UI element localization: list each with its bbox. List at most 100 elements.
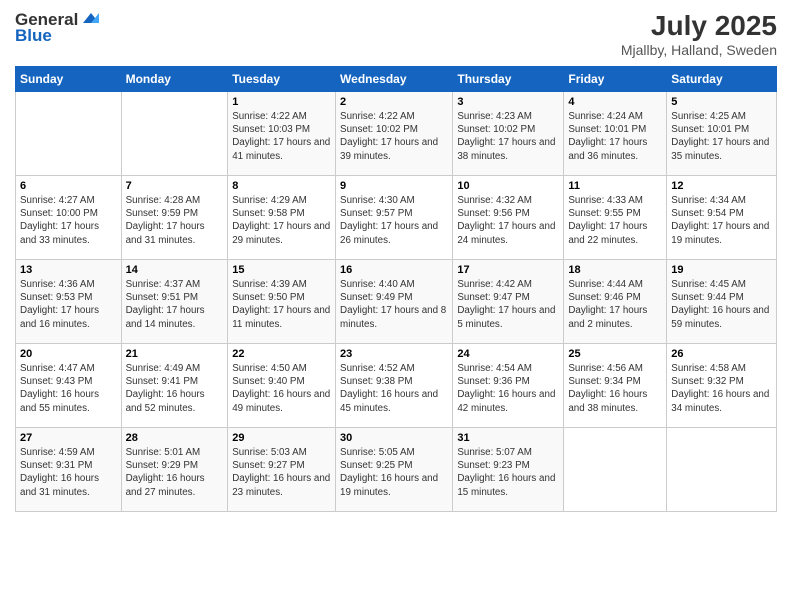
- day-of-week-header: Monday: [121, 67, 228, 92]
- calendar-cell: 10Sunrise: 4:32 AM Sunset: 9:56 PM Dayli…: [453, 176, 564, 260]
- day-of-week-header: Wednesday: [336, 67, 453, 92]
- day-number: 12: [671, 180, 772, 192]
- calendar-cell: 9Sunrise: 4:30 AM Sunset: 9:57 PM Daylig…: [336, 176, 453, 260]
- subtitle: Mjallby, Halland, Sweden: [621, 42, 777, 58]
- day-number: 23: [340, 348, 448, 360]
- calendar-cell: 30 Sunrise: 5:05 AM Sunset: 9:25 PM Dayli…: [336, 428, 453, 512]
- calendar-cell: 14 Sunrise: 4:37 AM Sunset: 9:51 PM Dayli…: [121, 260, 228, 344]
- day-info: Sunrise: 4:47 AM Sunset: 9:43 PM Dayligh…: [20, 362, 117, 415]
- calendar-cell: 21 Sunrise: 4:49 AM Sunset: 9:41 PM Dayli…: [121, 344, 228, 428]
- day-number: 2: [340, 96, 448, 108]
- calendar-cell: 11 Sunrise: 4:33 AM Sunset: 9:55 PM Dayli…: [564, 176, 667, 260]
- day-number: 15: [232, 264, 331, 276]
- calendar-week-row: 1Sunrise: 4:22 AM Sunset: 10:03 PM Dayli…: [16, 92, 777, 176]
- logo-icon: [81, 9, 101, 29]
- day-number: 20: [20, 348, 117, 360]
- day-info: Sunrise: 4:36 AM Sunset: 9:53 PM Dayligh…: [20, 278, 117, 331]
- day-of-week-header: Tuesday: [228, 67, 336, 92]
- main-title: July 2025: [621, 10, 777, 42]
- day-number: 11: [568, 180, 662, 192]
- day-info: Sunrise: 4:44 AM Sunset: 9:46 PM Dayligh…: [568, 278, 662, 331]
- day-info: Sunrise: 4:37 AM Sunset: 9:51 PM Dayligh…: [126, 278, 224, 331]
- calendar-week-row: 6 Sunrise: 4:27 AM Sunset: 10:00 PM Dayli…: [16, 176, 777, 260]
- calendar-cell: 24 Sunrise: 4:54 AM Sunset: 9:36 PM Dayli…: [453, 344, 564, 428]
- day-info: Sunrise: 4:54 AM Sunset: 9:36 PM Dayligh…: [457, 362, 559, 415]
- calendar-cell: 18Sunrise: 4:44 AM Sunset: 9:46 PM Dayli…: [564, 260, 667, 344]
- day-info: Sunrise: 4:29 AM Sunset: 9:58 PM Dayligh…: [232, 194, 331, 247]
- calendar-cell: 6 Sunrise: 4:27 AM Sunset: 10:00 PM Dayli…: [16, 176, 122, 260]
- day-info: Sunrise: 4:58 AM Sunset: 9:32 PM Dayligh…: [671, 362, 772, 415]
- day-number: 28: [126, 432, 224, 444]
- day-info: Sunrise: 4:56 AM Sunset: 9:34 PM Dayligh…: [568, 362, 662, 415]
- day-number: 10: [457, 180, 559, 192]
- logo: General Blue: [15, 10, 101, 46]
- day-of-week-header: Thursday: [453, 67, 564, 92]
- calendar-cell: 4 Sunrise: 4:24 AM Sunset: 10:01 PM Dayli…: [564, 92, 667, 176]
- calendar-cell: 20 Sunrise: 4:47 AM Sunset: 9:43 PM Dayli…: [16, 344, 122, 428]
- calendar-week-row: 27Sunrise: 4:59 AM Sunset: 9:31 PM Dayli…: [16, 428, 777, 512]
- calendar-cell: [121, 92, 228, 176]
- day-number: 30: [340, 432, 448, 444]
- day-number: 9: [340, 180, 448, 192]
- calendar-cell: 15 Sunrise: 4:39 AM Sunset: 9:50 PM Dayli…: [228, 260, 336, 344]
- day-number: 3: [457, 96, 559, 108]
- day-info: Sunrise: 4:50 AM Sunset: 9:40 PM Dayligh…: [232, 362, 331, 415]
- calendar-cell: [667, 428, 777, 512]
- calendar-cell: 19Sunrise: 4:45 AM Sunset: 9:44 PM Dayli…: [667, 260, 777, 344]
- day-info: Sunrise: 4:42 AM Sunset: 9:47 PM Dayligh…: [457, 278, 559, 331]
- day-number: 16: [340, 264, 448, 276]
- day-number: 14: [126, 264, 224, 276]
- calendar-cell: 2 Sunrise: 4:22 AM Sunset: 10:02 PM Dayli…: [336, 92, 453, 176]
- calendar-cell: 29 Sunrise: 5:03 AM Sunset: 9:27 PM Dayli…: [228, 428, 336, 512]
- calendar-week-row: 13Sunrise: 4:36 AM Sunset: 9:53 PM Dayli…: [16, 260, 777, 344]
- day-info: Sunrise: 4:59 AM Sunset: 9:31 PM Dayligh…: [20, 446, 117, 499]
- calendar-cell: 25 Sunrise: 4:56 AM Sunset: 9:34 PM Dayli…: [564, 344, 667, 428]
- day-of-week-header: Friday: [564, 67, 667, 92]
- day-info: Sunrise: 4:27 AM Sunset: 10:00 PM Daylig…: [20, 194, 117, 247]
- day-of-week-header: Sunday: [16, 67, 122, 92]
- day-info: Sunrise: 4:28 AM Sunset: 9:59 PM Dayligh…: [126, 194, 224, 247]
- calendar-cell: 12Sunrise: 4:34 AM Sunset: 9:54 PM Dayli…: [667, 176, 777, 260]
- day-info: Sunrise: 4:23 AM Sunset: 10:02 PM Daylig…: [457, 110, 559, 163]
- header: General Blue July 2025 Mjallby, Halland,…: [15, 10, 777, 58]
- calendar-cell: 5Sunrise: 4:25 AM Sunset: 10:01 PM Dayli…: [667, 92, 777, 176]
- calendar-cell: 7 Sunrise: 4:28 AM Sunset: 9:59 PM Daylig…: [121, 176, 228, 260]
- day-number: 21: [126, 348, 224, 360]
- calendar-week-row: 20 Sunrise: 4:47 AM Sunset: 9:43 PM Dayli…: [16, 344, 777, 428]
- calendar-cell: 28 Sunrise: 5:01 AM Sunset: 9:29 PM Dayli…: [121, 428, 228, 512]
- day-info: Sunrise: 4:45 AM Sunset: 9:44 PM Dayligh…: [671, 278, 772, 331]
- calendar-cell: 8 Sunrise: 4:29 AM Sunset: 9:58 PM Daylig…: [228, 176, 336, 260]
- day-info: Sunrise: 5:05 AM Sunset: 9:25 PM Dayligh…: [340, 446, 448, 499]
- day-number: 29: [232, 432, 331, 444]
- calendar-cell: 23 Sunrise: 4:52 AM Sunset: 9:38 PM Dayli…: [336, 344, 453, 428]
- day-number: 24: [457, 348, 559, 360]
- calendar-cell: 13Sunrise: 4:36 AM Sunset: 9:53 PM Dayli…: [16, 260, 122, 344]
- day-number: 8: [232, 180, 331, 192]
- day-number: 17: [457, 264, 559, 276]
- day-number: 4: [568, 96, 662, 108]
- day-info: Sunrise: 5:03 AM Sunset: 9:27 PM Dayligh…: [232, 446, 331, 499]
- calendar-cell: 17 Sunrise: 4:42 AM Sunset: 9:47 PM Dayli…: [453, 260, 564, 344]
- day-info: Sunrise: 4:22 AM Sunset: 10:02 PM Daylig…: [340, 110, 448, 163]
- day-number: 5: [671, 96, 772, 108]
- day-number: 26: [671, 348, 772, 360]
- day-number: 22: [232, 348, 331, 360]
- page: General Blue July 2025 Mjallby, Halland,…: [0, 0, 792, 612]
- day-number: 6: [20, 180, 117, 192]
- day-number: 7: [126, 180, 224, 192]
- day-info: Sunrise: 4:24 AM Sunset: 10:01 PM Daylig…: [568, 110, 662, 163]
- day-of-week-header: Saturday: [667, 67, 777, 92]
- day-info: Sunrise: 4:33 AM Sunset: 9:55 PM Dayligh…: [568, 194, 662, 247]
- day-number: 25: [568, 348, 662, 360]
- calendar-cell: 31Sunrise: 5:07 AM Sunset: 9:23 PM Dayli…: [453, 428, 564, 512]
- day-info: Sunrise: 5:01 AM Sunset: 9:29 PM Dayligh…: [126, 446, 224, 499]
- calendar-cell: 27Sunrise: 4:59 AM Sunset: 9:31 PM Dayli…: [16, 428, 122, 512]
- calendar-cell: [16, 92, 122, 176]
- calendar-cell: 16Sunrise: 4:40 AM Sunset: 9:49 PM Dayli…: [336, 260, 453, 344]
- day-info: Sunrise: 4:52 AM Sunset: 9:38 PM Dayligh…: [340, 362, 448, 415]
- day-info: Sunrise: 4:39 AM Sunset: 9:50 PM Dayligh…: [232, 278, 331, 331]
- day-info: Sunrise: 4:49 AM Sunset: 9:41 PM Dayligh…: [126, 362, 224, 415]
- calendar-cell: 26 Sunrise: 4:58 AM Sunset: 9:32 PM Dayli…: [667, 344, 777, 428]
- calendar-cell: 22 Sunrise: 4:50 AM Sunset: 9:40 PM Dayli…: [228, 344, 336, 428]
- calendar-cell: 1Sunrise: 4:22 AM Sunset: 10:03 PM Dayli…: [228, 92, 336, 176]
